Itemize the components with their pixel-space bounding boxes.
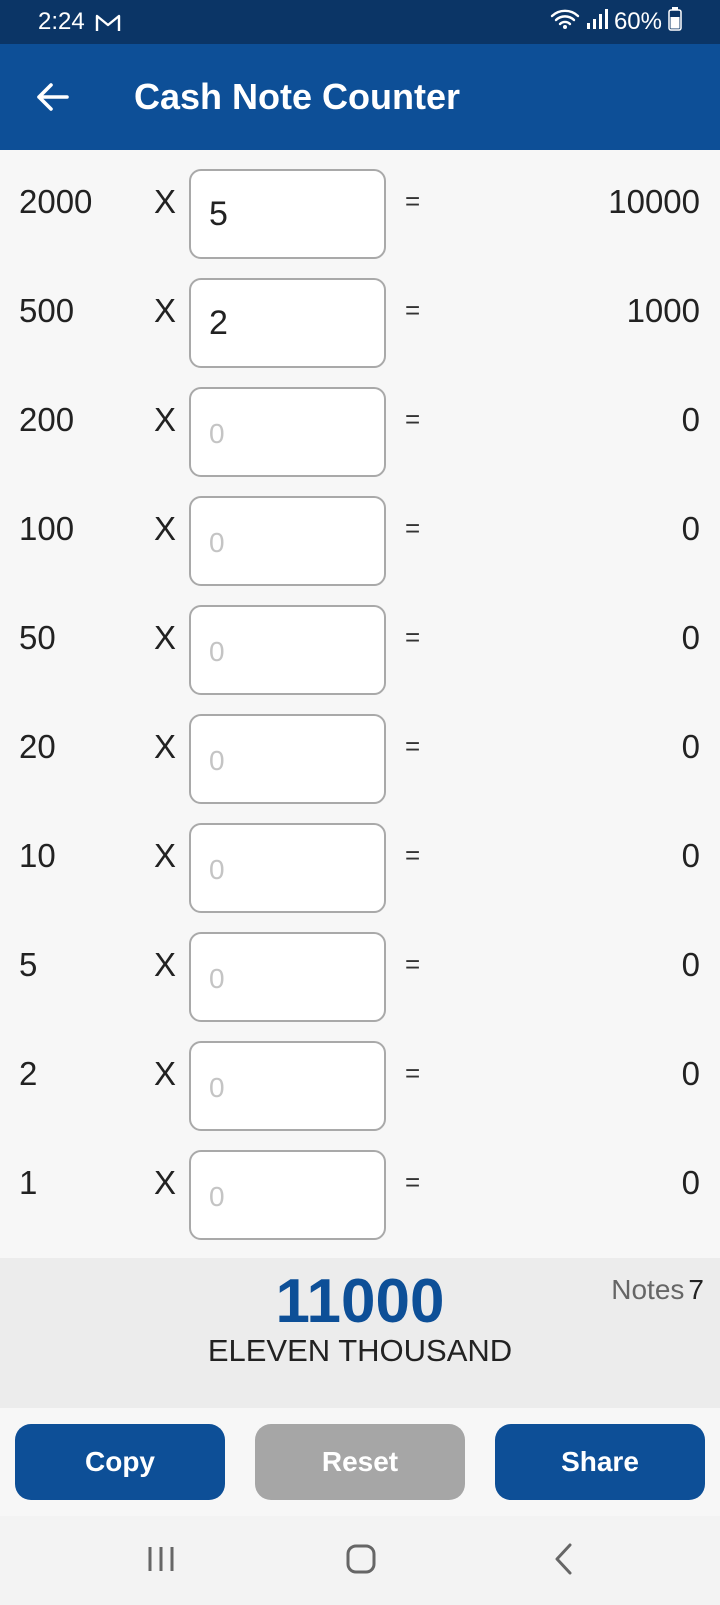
multiply-sign: X: [154, 401, 177, 438]
total-in-words: ELEVEN THOUSAND: [207, 1333, 513, 1368]
denomination-row: 10 X = 0: [0, 804, 720, 913]
copy-button[interactable]: Copy: [15, 1424, 225, 1500]
total-summary: 11000 ELEVEN THOUSAND Notes 7: [0, 1258, 720, 1408]
quantity-input[interactable]: [189, 496, 386, 586]
recent-apps-icon[interactable]: [131, 1534, 191, 1584]
wifi-icon: [550, 8, 580, 37]
multiply-sign: X: [154, 619, 177, 656]
action-bar: Copy Reset Share: [0, 1408, 720, 1516]
denomination-label: 1: [19, 1164, 38, 1201]
denomination-row: 20 X = 0: [0, 695, 720, 804]
denomination-label: 2: [19, 1055, 38, 1092]
multiply-sign: X: [154, 837, 177, 874]
battery-percent: 60%: [613, 8, 662, 35]
row-amount: 0: [681, 1164, 700, 1201]
signal-icon: [586, 8, 608, 37]
page-title: Cash Note Counter: [134, 76, 461, 117]
row-amount: 1000: [626, 292, 700, 329]
denomination-row: 1 X = 0: [0, 1131, 720, 1240]
denomination-row: 2 X = 0: [0, 1022, 720, 1131]
system-nav-bar: [0, 1516, 720, 1605]
equals-sign: =: [405, 513, 421, 543]
equals-sign: =: [405, 295, 421, 325]
row-amount: 0: [681, 619, 700, 656]
quantity-input[interactable]: [189, 932, 386, 1022]
multiply-sign: X: [154, 183, 177, 220]
quantity-input[interactable]: [189, 1041, 386, 1131]
denomination-label: 50: [19, 619, 56, 656]
equals-sign: =: [405, 186, 421, 216]
denomination-label: 100: [19, 510, 75, 547]
multiply-sign: X: [154, 728, 177, 765]
back-icon[interactable]: [534, 1534, 594, 1584]
denomination-label: 10: [19, 837, 56, 874]
denomination-label: 2000: [19, 183, 93, 220]
row-amount: 0: [681, 728, 700, 765]
status-bar: 2:24 60%: [0, 0, 720, 44]
notes-label: Notes: [611, 1274, 685, 1305]
denomination-label: 20: [19, 728, 56, 765]
quantity-input[interactable]: [189, 1150, 386, 1240]
row-amount: 0: [681, 837, 700, 874]
share-button[interactable]: Share: [495, 1424, 705, 1500]
multiply-sign: X: [154, 946, 177, 983]
row-amount: 10000: [608, 183, 700, 220]
multiply-sign: X: [154, 1164, 177, 1201]
multiply-sign: X: [154, 1055, 177, 1092]
quantity-input[interactable]: [189, 605, 386, 695]
battery-icon: [668, 6, 682, 38]
home-icon[interactable]: [331, 1534, 391, 1584]
notes-count: 7: [688, 1274, 704, 1305]
reset-button[interactable]: Reset: [255, 1424, 465, 1500]
row-amount: 0: [681, 1055, 700, 1092]
denomination-row: 50 X = 0: [0, 586, 720, 695]
gmail-icon: [95, 12, 121, 32]
quantity-input[interactable]: [189, 387, 386, 477]
quantity-input[interactable]: [189, 278, 386, 368]
notes-count-badge: Notes 7: [611, 1274, 704, 1306]
denomination-row: 2000 X = 10000: [0, 150, 720, 259]
equals-sign: =: [405, 1058, 421, 1088]
denomination-list: 2000 X = 10000 500 X = 1000 200 X = 0 10…: [0, 150, 720, 1258]
denomination-label: 500: [19, 292, 75, 329]
row-amount: 0: [681, 401, 700, 438]
equals-sign: =: [405, 622, 421, 652]
multiply-sign: X: [154, 510, 177, 547]
equals-sign: =: [405, 404, 421, 434]
denomination-label: 5: [19, 946, 38, 983]
denomination-row: 500 X = 1000: [0, 259, 720, 368]
denomination-row: 100 X = 0: [0, 477, 720, 586]
quantity-input[interactable]: [189, 823, 386, 913]
equals-sign: =: [405, 731, 421, 761]
equals-sign: =: [405, 1167, 421, 1197]
status-indicators: 60%: [550, 6, 682, 38]
back-arrow-icon[interactable]: [22, 67, 82, 127]
denomination-label: 200: [19, 401, 75, 438]
multiply-sign: X: [154, 292, 177, 329]
status-time: 2:24: [38, 8, 85, 35]
quantity-input[interactable]: [189, 714, 386, 804]
quantity-input[interactable]: [189, 169, 386, 259]
equals-sign: =: [405, 949, 421, 979]
row-amount: 0: [681, 946, 700, 983]
equals-sign: =: [405, 840, 421, 870]
denomination-row: 200 X = 0: [0, 368, 720, 477]
row-amount: 0: [681, 510, 700, 547]
app-bar: Cash Note Counter: [0, 44, 720, 150]
denomination-row: 5 X = 0: [0, 913, 720, 1022]
